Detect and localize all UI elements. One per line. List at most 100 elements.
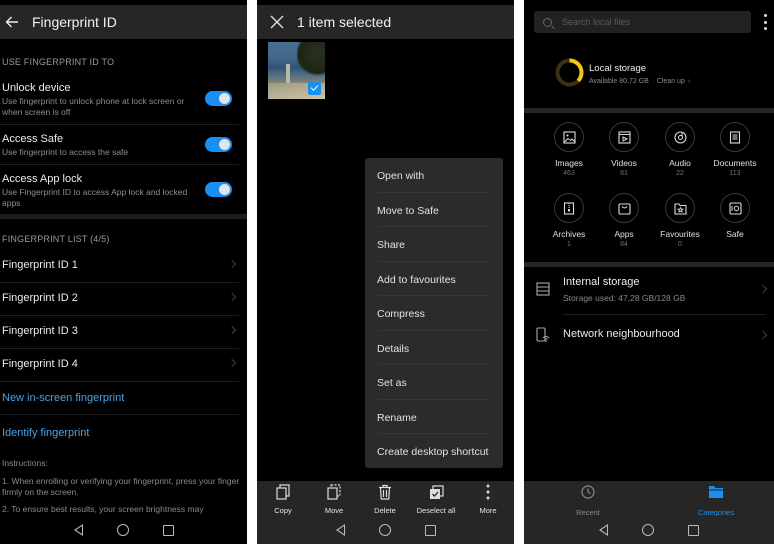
instruction-2: 2. To ensure best results, your screen b… bbox=[2, 504, 204, 514]
clock-icon bbox=[581, 485, 595, 499]
nav-recents-button[interactable] bbox=[688, 524, 699, 536]
fingerprint-settings-screen: Fingerprint ID USE FINGERPRINT ID TO Unl… bbox=[0, 0, 247, 544]
copy-button[interactable]: Copy bbox=[257, 484, 309, 515]
search-bar[interactable] bbox=[534, 11, 751, 33]
menu-item-open-with[interactable]: Open with bbox=[365, 158, 503, 193]
folder-icon bbox=[709, 486, 723, 498]
tab-categories[interactable]: Categories bbox=[676, 485, 756, 517]
network-neighbourhood-title: Network neighbourhood bbox=[563, 328, 680, 340]
search-input[interactable] bbox=[562, 17, 732, 27]
category-audio[interactable]: Audio 22 bbox=[649, 122, 711, 177]
divider bbox=[0, 381, 239, 382]
chevron-right-icon bbox=[227, 325, 237, 335]
selected-photo-thumbnail[interactable] bbox=[268, 42, 325, 99]
fingerprint-item-1[interactable]: Fingerprint ID 1 bbox=[0, 250, 247, 283]
tab-recent[interactable]: Recent bbox=[548, 485, 628, 517]
nav-home-button[interactable] bbox=[378, 524, 391, 536]
fingerprint-item-3[interactable]: Fingerprint ID 3 bbox=[0, 316, 247, 349]
selection-title: 1 item selected bbox=[297, 14, 392, 30]
more-vertical-icon bbox=[763, 20, 767, 24]
toggle-title: Unlock device bbox=[2, 82, 71, 94]
access-safe-toggle[interactable] bbox=[205, 137, 232, 152]
clean-up-link[interactable]: Clean up bbox=[657, 78, 685, 85]
move-button[interactable]: Move bbox=[308, 484, 360, 515]
audio-disc-icon bbox=[673, 130, 687, 144]
menu-item-add-to-favourites[interactable]: Add to favourites bbox=[365, 262, 503, 296]
category-count: 113 bbox=[729, 170, 741, 177]
category-images[interactable]: Images 463 bbox=[538, 122, 600, 177]
nav-back-button[interactable] bbox=[335, 524, 345, 536]
category-apps[interactable]: Apps 84 bbox=[593, 193, 655, 248]
nav-home-button[interactable] bbox=[642, 524, 654, 536]
category-count: 1 bbox=[567, 241, 571, 248]
delete-button[interactable]: Delete bbox=[359, 484, 411, 515]
more-vertical-icon bbox=[763, 14, 767, 17]
nav-home-button[interactable] bbox=[116, 524, 129, 536]
selection-action-bar: Copy Move Delete Deselect all More bbox=[257, 481, 514, 516]
menu-item-move-to-safe[interactable]: Move to Safe bbox=[365, 193, 503, 227]
divider bbox=[0, 124, 239, 125]
category-count: 0 bbox=[678, 241, 682, 248]
category-archives[interactable]: Archives 1 bbox=[538, 193, 600, 248]
action-label: Move bbox=[324, 506, 344, 515]
toggle-row-access-safe[interactable]: Access Safe Use fingerprint to access th… bbox=[0, 132, 247, 162]
menu-item-details[interactable]: Details bbox=[365, 331, 503, 365]
toggle-row-unlock-device[interactable]: Unlock device Use fingerprint to unlock … bbox=[0, 81, 247, 121]
more-button[interactable]: More bbox=[462, 484, 514, 515]
network-device-icon bbox=[536, 327, 550, 342]
nav-back-button[interactable] bbox=[599, 524, 608, 536]
internal-storage-row[interactable]: Internal storage Storage used: 47,28 GB/… bbox=[524, 270, 774, 314]
menu-item-share[interactable]: Share bbox=[365, 227, 503, 262]
category-label: Safe bbox=[726, 229, 744, 239]
menu-item-label: Add to favourites bbox=[377, 273, 456, 286]
divider bbox=[0, 164, 239, 165]
section-divider bbox=[524, 108, 774, 113]
image-icon bbox=[562, 130, 576, 144]
category-documents[interactable]: Documents 113 bbox=[704, 122, 766, 177]
nav-back-button[interactable] bbox=[73, 524, 83, 536]
category-label: Videos bbox=[611, 158, 637, 168]
category-favourites[interactable]: Favourites 0 bbox=[649, 193, 711, 248]
instructions-header: Instructions: bbox=[2, 458, 48, 468]
local-storage-subtitle: Available 80,72 GB Clean up › bbox=[589, 78, 690, 85]
access-app-lock-toggle[interactable] bbox=[205, 182, 232, 197]
overflow-menu-button[interactable] bbox=[763, 14, 767, 30]
category-count: 463 bbox=[563, 170, 575, 177]
menu-item-label: Open with bbox=[377, 170, 425, 182]
toggle-row-access-app-lock[interactable]: Access App lock Use Fingerprint ID to ac… bbox=[0, 172, 247, 212]
nav-recents-button[interactable] bbox=[162, 524, 174, 536]
chevron-right-icon bbox=[227, 358, 237, 368]
menu-item-set-as[interactable]: Set as bbox=[365, 365, 503, 400]
category-safe[interactable]: Safe bbox=[704, 193, 766, 241]
fingerprint-item-4[interactable]: Fingerprint ID 4 bbox=[0, 349, 247, 382]
internal-storage-usage: Storage used: 47,28 GB/128 GB bbox=[563, 293, 686, 303]
menu-item-label: Create desktop shortcut bbox=[377, 446, 489, 458]
fingerprint-item-2[interactable]: Fingerprint ID 2 bbox=[0, 283, 247, 316]
back-button[interactable] bbox=[2, 12, 22, 32]
document-icon bbox=[729, 130, 741, 144]
selected-checkbox[interactable] bbox=[308, 82, 321, 95]
archive-icon bbox=[563, 201, 575, 215]
category-label: Favourites bbox=[660, 229, 700, 239]
fingerprint-label: Fingerprint ID 3 bbox=[2, 325, 78, 337]
photo-content bbox=[297, 42, 325, 78]
nav-recents-button[interactable] bbox=[424, 524, 436, 536]
copy-icon bbox=[276, 484, 290, 500]
identify-fingerprint-link[interactable]: Identify fingerprint bbox=[2, 427, 89, 439]
close-selection-button[interactable] bbox=[269, 14, 285, 30]
internal-storage-title: Internal storage bbox=[563, 276, 640, 288]
fingerprint-label: Fingerprint ID 4 bbox=[2, 358, 78, 370]
network-neighbourhood-row[interactable]: Network neighbourhood bbox=[524, 320, 774, 352]
unlock-device-toggle[interactable] bbox=[205, 91, 232, 106]
new-in-screen-fingerprint-link[interactable]: New in-screen fingerprint bbox=[2, 392, 124, 404]
menu-item-create-desktop-shortcut[interactable]: Create desktop shortcut bbox=[365, 434, 503, 469]
chevron-right-icon bbox=[758, 330, 768, 340]
menu-item-rename[interactable]: Rename bbox=[365, 400, 503, 434]
category-label: Images bbox=[555, 158, 583, 168]
menu-item-compress[interactable]: Compress bbox=[365, 296, 503, 331]
category-label: Archives bbox=[552, 229, 586, 239]
deselect-all-button[interactable]: Deselect all bbox=[410, 484, 462, 515]
category-videos[interactable]: Videos 81 bbox=[593, 122, 655, 177]
system-nav-bar bbox=[0, 516, 247, 544]
fingerprint-label: Fingerprint ID 1 bbox=[2, 259, 78, 271]
